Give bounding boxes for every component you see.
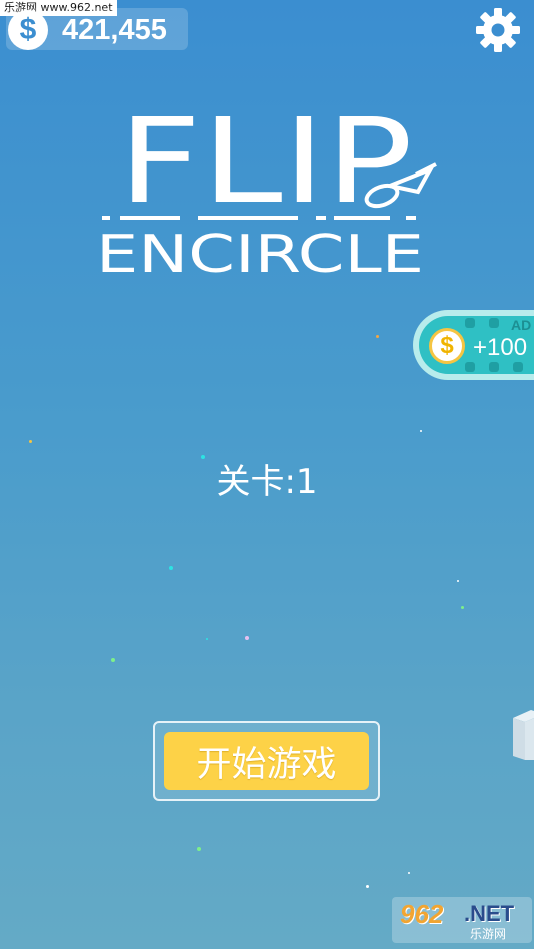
- particle: [197, 847, 201, 851]
- dollar-coin-icon: $: [429, 328, 465, 364]
- watermark-logo: 962 .NET 乐游网: [392, 897, 532, 943]
- ad-reward-amount: +100: [473, 334, 528, 361]
- particle: [408, 872, 410, 874]
- ad-tag: AD: [511, 317, 532, 333]
- particle: [206, 638, 208, 640]
- particle: [245, 636, 249, 640]
- logo-subtitle-encircle: ENCIRCLE: [96, 225, 424, 285]
- start-button-frame: 开始游戏: [153, 721, 380, 801]
- logo-title-flip: FLIP: [118, 100, 413, 230]
- cube-obstacle: [513, 710, 534, 760]
- dollar-coin-icon: $: [8, 10, 48, 50]
- particle: [29, 440, 32, 443]
- watermark-brand: 962: [400, 899, 444, 929]
- ad-reward-button[interactable]: $ AD +100: [413, 310, 534, 380]
- particle: [169, 566, 173, 570]
- gear-icon: [476, 8, 520, 52]
- particle: [111, 658, 115, 662]
- settings-button[interactable]: [474, 6, 522, 54]
- coin-balance: $ 421,455: [6, 8, 188, 50]
- start-game-button[interactable]: 开始游戏: [164, 732, 369, 790]
- particle: [366, 885, 369, 888]
- particle: [420, 430, 422, 432]
- particle: [461, 606, 464, 609]
- particle: [201, 455, 205, 459]
- particle: [376, 335, 379, 338]
- coin-count: 421,455: [62, 14, 167, 46]
- level-label: 关卡:1: [216, 462, 318, 502]
- watermark-sub: 乐游网: [470, 927, 507, 941]
- game-logo: FLIP ENCIRCLE: [96, 100, 437, 285]
- watermark-suffix: .NET: [464, 901, 515, 926]
- particle: [457, 580, 459, 582]
